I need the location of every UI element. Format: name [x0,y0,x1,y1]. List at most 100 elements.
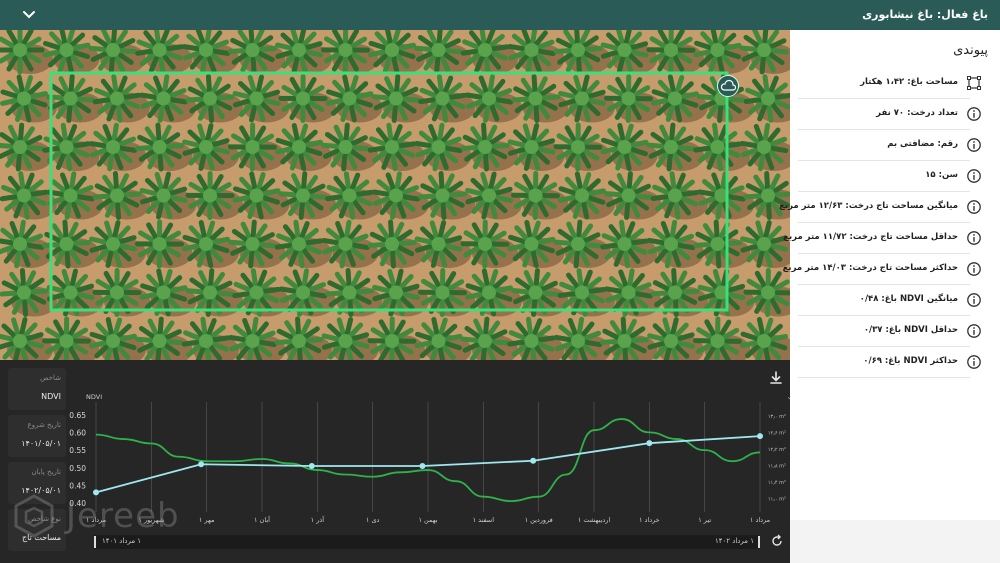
info-icon[interactable] [966,199,982,215]
palm-crown [110,91,124,106]
info-icon[interactable] [966,354,982,370]
palm-crown [63,188,78,203]
palm-crown [203,285,217,300]
cloud-icon [720,79,737,91]
right-axis-label: مساحت تاج درخت [788,393,790,401]
range-end-handle[interactable] [758,536,760,548]
ndvi-point [419,463,426,470]
ndvi-point [646,440,653,447]
end-date-label: تاریخ پایان [31,468,61,476]
palm-crown [203,91,217,106]
x-tick-label: ۱ خرداد [639,516,660,524]
palm-crown [292,43,306,57]
active-orchard-title: باغ فعال: باغ نیشابوری [862,8,988,21]
palm-crown [156,91,171,106]
palm-crown [156,188,171,203]
info-row-label: میانگین NDVI باغ: ۰/۴۸ [859,294,958,304]
orchard-aerial-map[interactable] [0,30,790,360]
palm-crown [528,91,543,106]
left-axis-label: NDVI [86,393,102,401]
palm-crown [152,237,167,251]
watermark: Jereeb [10,492,220,542]
palm-crown [575,285,589,300]
info-row: رقم: مضافتی بم [798,130,981,161]
info-row: حداقل مساحت تاج درخت: ۱۱/۷۲ متر مربع [783,223,981,254]
palm-crown [249,188,264,203]
palm-crown [385,43,399,57]
palm-crown [668,91,682,106]
palm-crown [296,91,310,106]
palm-crown [571,237,585,251]
palm-crown [524,334,539,348]
palm-crown [710,43,725,57]
info-row-label: مساحت باغ: ۱،۴۲ هکتار [860,77,958,87]
palm-crown [389,91,403,106]
palm-crown [17,188,31,203]
palm-tree [321,219,370,269]
palm-crown [524,43,539,57]
palm-crown [528,285,543,300]
y-right-tick-label: ۱۲٫۶ m² [768,431,786,437]
palm-crown [710,140,725,154]
palm-crown [245,140,260,154]
x-tick-label: ۱ بهمن [418,516,437,524]
info-row: تعداد درخت: ۷۰ نفر [798,99,981,130]
palm-crown [249,285,264,300]
x-tick-label: ۱ مرداد [750,516,770,524]
info-icon[interactable] [966,168,982,184]
map-layer-badge[interactable] [717,75,739,97]
palm-crown [292,237,306,251]
info-row: حداقل NDVI باغ: ۰/۳۷ [798,316,981,347]
palm-tree [371,171,421,220]
info-icon[interactable] [966,292,982,308]
palm-crown [621,188,636,203]
chevron-down-icon[interactable] [20,6,38,24]
index-select[interactable]: شاخص NDVI [8,368,66,410]
info-row: حداکثر NDVI باغ: ۰/۶۹ [798,347,981,378]
info-icon[interactable] [966,106,982,122]
info-row-label: حداقل NDVI باغ: ۰/۳۷ [863,325,958,335]
info-icon[interactable] [966,261,982,277]
y-right-tick-label: ۱۱٫۰ m² [768,497,786,503]
palm-tree [414,122,463,172]
palm-crown [338,334,353,348]
info-icon[interactable] [966,230,982,246]
info-row-label: تعداد درخت: ۷۰ نفر [876,108,958,118]
palm-crown [482,91,496,106]
download-icon[interactable] [768,370,784,386]
palm-crown [478,140,492,154]
palm-crown [245,43,260,57]
palm-crown [292,334,306,348]
palm-crown [524,140,539,154]
palm-crown [617,334,632,348]
palm-tree [0,171,49,220]
range-end-label: ۱ مرداد ۱۴۰۲ [714,537,754,545]
palm-crown [342,188,357,203]
reset-icon[interactable] [770,534,784,548]
palm-crown [664,237,678,251]
palm-crown [156,285,171,300]
palm-crown [664,334,678,348]
palm-crown [757,140,771,154]
info-row-label: حداقل مساحت تاج درخت: ۱۱/۷۲ متر مربع [783,232,958,242]
x-tick-label: ۱ آذر [311,515,326,524]
palm-crown [59,237,74,251]
area-frame-icon[interactable] [966,75,982,91]
palm-crown [106,237,120,251]
palm-crown [338,237,353,251]
palm-crown [664,140,678,154]
x-tick-label: ۱ آبان [254,515,271,524]
palm-crown [761,285,775,300]
x-tick-label: ۱ دی [366,516,380,524]
info-row: میانگین NDVI باغ: ۰/۴۸ [798,285,981,316]
start-date-field[interactable]: تاریخ شروع ۱۴۰۱/۰۵/۰۱ [8,415,66,457]
palm-crown [524,237,539,251]
y-right-tick-label: ۱۲٫۲ m² [768,447,786,453]
y-right-tick-label: ۱۱٫۴ m² [768,480,786,486]
info-icon[interactable] [966,323,982,339]
palm-tree [139,74,188,123]
info-row-label: میانگین مساحت تاج درخت: ۱۲/۶۳ متر مربع [779,201,958,211]
palm-tree [697,171,746,220]
palm-tree [464,74,514,123]
info-icon[interactable] [966,137,982,153]
